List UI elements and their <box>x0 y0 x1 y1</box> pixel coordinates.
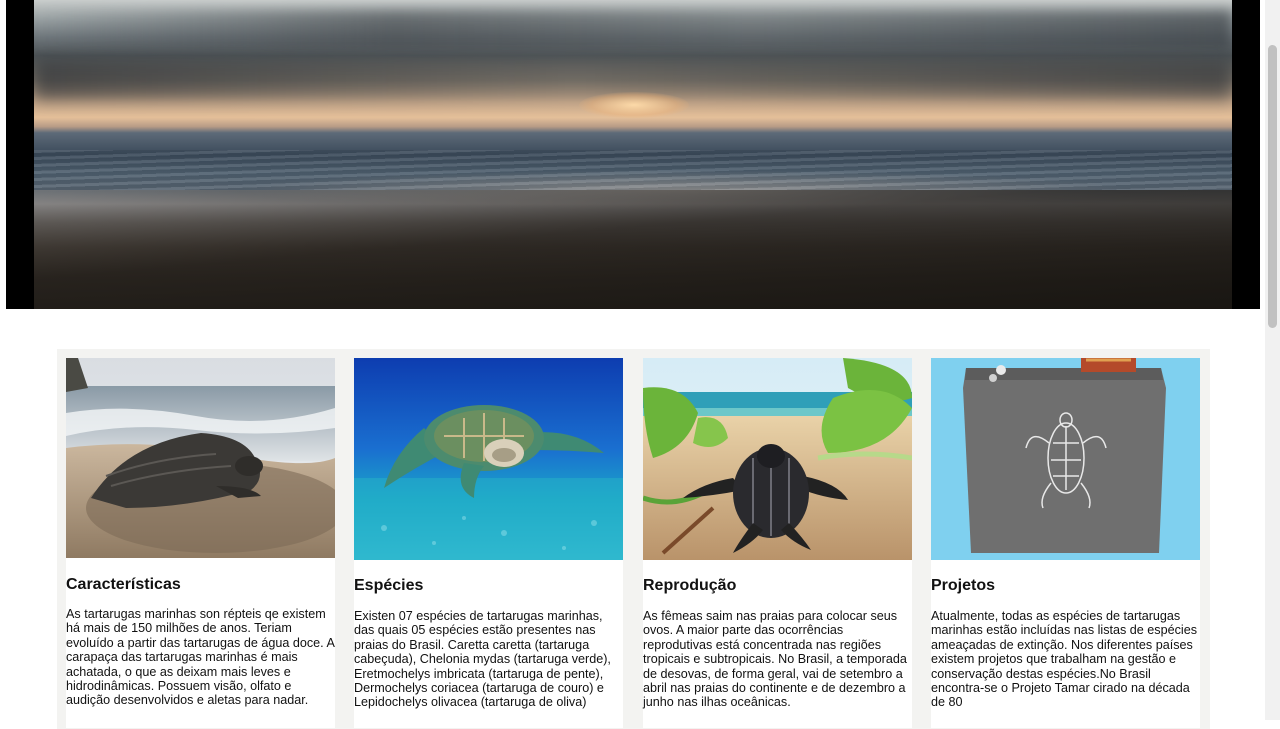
card-image-hatchling-on-sand <box>643 358 912 560</box>
vertical-scrollbar[interactable] <box>1265 0 1280 720</box>
card-image-leatherback-on-beach <box>66 358 335 558</box>
card-image-green-turtle-underwater <box>354 358 623 560</box>
card-title: Reprodução <box>643 577 737 594</box>
card-projetos: Projetos Atualmente, todas as espécies d… <box>931 358 1200 728</box>
card-text: As fêmeas saim nas praias para colocar s… <box>643 609 907 710</box>
card-text: As tartarugas marinhas son répteis qe ex… <box>66 607 335 708</box>
hero-image <box>34 0 1232 309</box>
hero-banner <box>6 0 1260 309</box>
card-caracteristicas: Características As tartarugas marinhas s… <box>66 358 335 728</box>
card-text: Atualmente, todas as espécies de tartaru… <box>931 609 1198 710</box>
card-text: Existen 07 espécies de tartarugas marinh… <box>354 609 611 710</box>
scrollbar-thumb[interactable] <box>1268 45 1277 328</box>
card-title: Características <box>66 576 181 593</box>
card-especies: Espécies Existen 07 espécies de tartarug… <box>354 358 623 728</box>
cards-panel: Características As tartarugas marinhas s… <box>57 349 1210 729</box>
card-image-turtle-tote-bag <box>931 358 1200 560</box>
card-reproducao: Reprodução As fêmeas saim nas praias par… <box>643 358 912 728</box>
card-title: Espécies <box>354 577 424 594</box>
card-title: Projetos <box>931 577 996 594</box>
